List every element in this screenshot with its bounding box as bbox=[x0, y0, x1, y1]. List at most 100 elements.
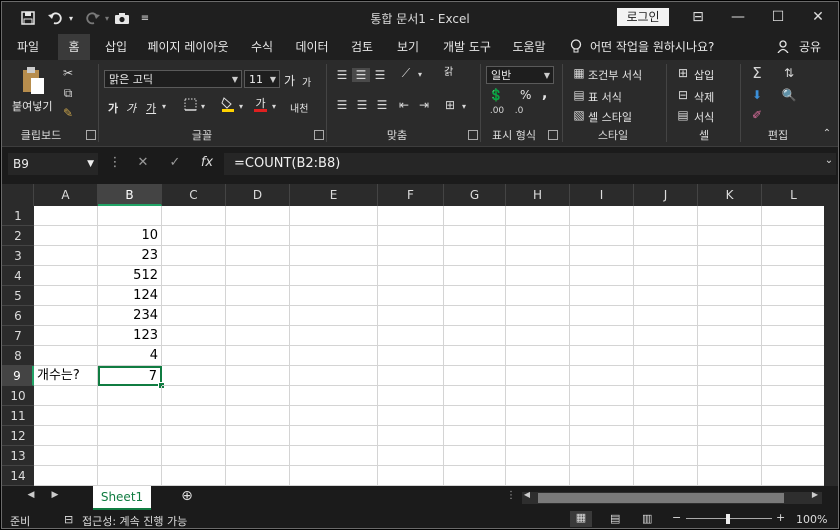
decrease-indent-icon[interactable]: ⇤ bbox=[396, 98, 412, 112]
underline-dropdown-icon[interactable]: ▾ bbox=[162, 102, 166, 111]
cell-e7[interactable] bbox=[290, 326, 378, 346]
cell-a9[interactable]: 개수는? bbox=[34, 366, 98, 386]
column-header-h[interactable]: H bbox=[506, 184, 570, 206]
bold-button[interactable]: 가 bbox=[108, 100, 118, 116]
maximize-button[interactable]: ☐ bbox=[758, 6, 798, 28]
name-box[interactable]: B9 ▼ bbox=[8, 153, 98, 175]
cell-h13[interactable] bbox=[506, 446, 570, 466]
cell-l6[interactable] bbox=[762, 306, 826, 326]
conditional-formatting-button[interactable]: 조건부 서식 bbox=[588, 67, 642, 83]
row-header-5[interactable]: 5 bbox=[2, 286, 34, 306]
login-button[interactable]: 로그인 bbox=[617, 8, 669, 26]
cell-b5[interactable]: 124 bbox=[98, 286, 162, 306]
scroll-right-icon[interactable]: ▶ bbox=[806, 490, 824, 499]
comma-button[interactable]: , bbox=[542, 86, 547, 102]
align-right-icon[interactable]: ☰ bbox=[374, 98, 390, 112]
row-header-11[interactable]: 11 bbox=[2, 406, 34, 426]
zoom-in-icon[interactable]: + bbox=[776, 511, 785, 524]
cell-c12[interactable] bbox=[162, 426, 226, 446]
cell-d14[interactable] bbox=[226, 466, 290, 486]
expand-formula-bar-icon[interactable]: ⌄ bbox=[820, 155, 838, 166]
cell-i8[interactable] bbox=[570, 346, 634, 366]
cell-c6[interactable] bbox=[162, 306, 226, 326]
cell-b6[interactable]: 234 bbox=[98, 306, 162, 326]
copy-icon[interactable]: ⧉ bbox=[60, 86, 76, 100]
text-orientation-icon[interactable]: ⟋ bbox=[396, 66, 416, 81]
cell-h2[interactable] bbox=[506, 226, 570, 246]
cell-j14[interactable] bbox=[634, 466, 698, 486]
share-button[interactable]: 공유 bbox=[794, 34, 826, 60]
cell-d12[interactable] bbox=[226, 426, 290, 446]
column-header-c[interactable]: C bbox=[162, 184, 226, 206]
page-layout-view-icon[interactable]: ▤ bbox=[610, 512, 620, 525]
autosum-icon[interactable]: Σ bbox=[748, 64, 766, 82]
cell-styles-button[interactable]: 셀 스타일 bbox=[588, 109, 632, 125]
cell-j8[interactable] bbox=[634, 346, 698, 366]
decrease-decimal-icon[interactable]: .0 bbox=[510, 106, 528, 116]
zoom-level[interactable]: 100% bbox=[796, 513, 827, 526]
cell-c11[interactable] bbox=[162, 406, 226, 426]
cell-c9[interactable] bbox=[162, 366, 226, 386]
find-select-icon[interactable]: 🔍 bbox=[780, 88, 798, 102]
cell-h12[interactable] bbox=[506, 426, 570, 446]
cell-d9[interactable] bbox=[226, 366, 290, 386]
cell-g1[interactable] bbox=[444, 206, 506, 226]
cancel-icon[interactable]: ✕ bbox=[134, 155, 152, 170]
cell-l7[interactable] bbox=[762, 326, 826, 346]
format-as-table-icon[interactable]: ▤ bbox=[572, 88, 586, 102]
cell-h3[interactable] bbox=[506, 246, 570, 266]
cell-a11[interactable] bbox=[34, 406, 98, 426]
cell-j9[interactable] bbox=[634, 366, 698, 386]
zoom-out-icon[interactable]: − bbox=[672, 511, 681, 524]
cell-b8[interactable]: 4 bbox=[98, 346, 162, 366]
cell-d11[interactable] bbox=[226, 406, 290, 426]
enter-icon[interactable]: ✓ bbox=[166, 155, 184, 170]
vertical-scrollbar[interactable] bbox=[824, 184, 838, 486]
cell-k3[interactable] bbox=[698, 246, 762, 266]
cell-f11[interactable] bbox=[378, 406, 444, 426]
row-header-2[interactable]: 2 bbox=[2, 226, 34, 246]
tab-formulas[interactable]: 수식 bbox=[242, 34, 282, 60]
cell-h11[interactable] bbox=[506, 406, 570, 426]
cell-a1[interactable] bbox=[34, 206, 98, 226]
cell-d5[interactable] bbox=[226, 286, 290, 306]
cell-h14[interactable] bbox=[506, 466, 570, 486]
font-color-dropdown-icon[interactable]: ▾ bbox=[272, 102, 276, 111]
cell-j5[interactable] bbox=[634, 286, 698, 306]
tab-review[interactable]: 검토 bbox=[342, 34, 382, 60]
cell-f10[interactable] bbox=[378, 386, 444, 406]
tab-data[interactable]: 데이터 bbox=[290, 34, 334, 60]
cell-a4[interactable] bbox=[34, 266, 98, 286]
cell-k12[interactable] bbox=[698, 426, 762, 446]
cell-a6[interactable] bbox=[34, 306, 98, 326]
wrap-text-button[interactable]: 갉 bbox=[444, 68, 453, 78]
cell-c13[interactable] bbox=[162, 446, 226, 466]
cell-i4[interactable] bbox=[570, 266, 634, 286]
undo-dropdown-icon[interactable]: ▾ bbox=[66, 8, 76, 28]
cut-icon[interactable]: ✂ bbox=[60, 66, 76, 80]
fill-color-dropdown-icon[interactable]: ▾ bbox=[239, 102, 243, 111]
row-header-8[interactable]: 8 bbox=[2, 346, 34, 366]
cell-h8[interactable] bbox=[506, 346, 570, 366]
format-cells-button[interactable]: 서식 bbox=[694, 109, 714, 125]
cell-a5[interactable] bbox=[34, 286, 98, 306]
redo-icon[interactable] bbox=[80, 8, 104, 28]
underline-button[interactable]: 가 bbox=[146, 100, 156, 116]
cell-f13[interactable] bbox=[378, 446, 444, 466]
cell-i7[interactable] bbox=[570, 326, 634, 346]
row-header-7[interactable]: 7 bbox=[2, 326, 34, 346]
page-break-view-icon[interactable]: ▥ bbox=[642, 512, 652, 525]
worksheet-grid[interactable]: A B C D E F G H I J K L 1 2 10 3 23 4 512 5 124 6 234 7 123 8 4 9 개수… bbox=[2, 184, 838, 486]
percent-button[interactable]: % bbox=[520, 88, 531, 102]
cell-i6[interactable] bbox=[570, 306, 634, 326]
row-header-4[interactable]: 4 bbox=[2, 266, 34, 286]
customize-qat-icon[interactable]: ≡ bbox=[138, 8, 152, 28]
cell-a13[interactable] bbox=[34, 446, 98, 466]
cell-a10[interactable] bbox=[34, 386, 98, 406]
font-launcher-icon[interactable] bbox=[314, 130, 324, 140]
delete-cells-icon[interactable]: ⊟ bbox=[676, 88, 690, 102]
cell-g3[interactable] bbox=[444, 246, 506, 266]
formula-input[interactable]: =COUNT(B2:B8) bbox=[224, 153, 836, 175]
align-top-icon[interactable]: ☰ bbox=[334, 68, 350, 82]
cell-g2[interactable] bbox=[444, 226, 506, 246]
